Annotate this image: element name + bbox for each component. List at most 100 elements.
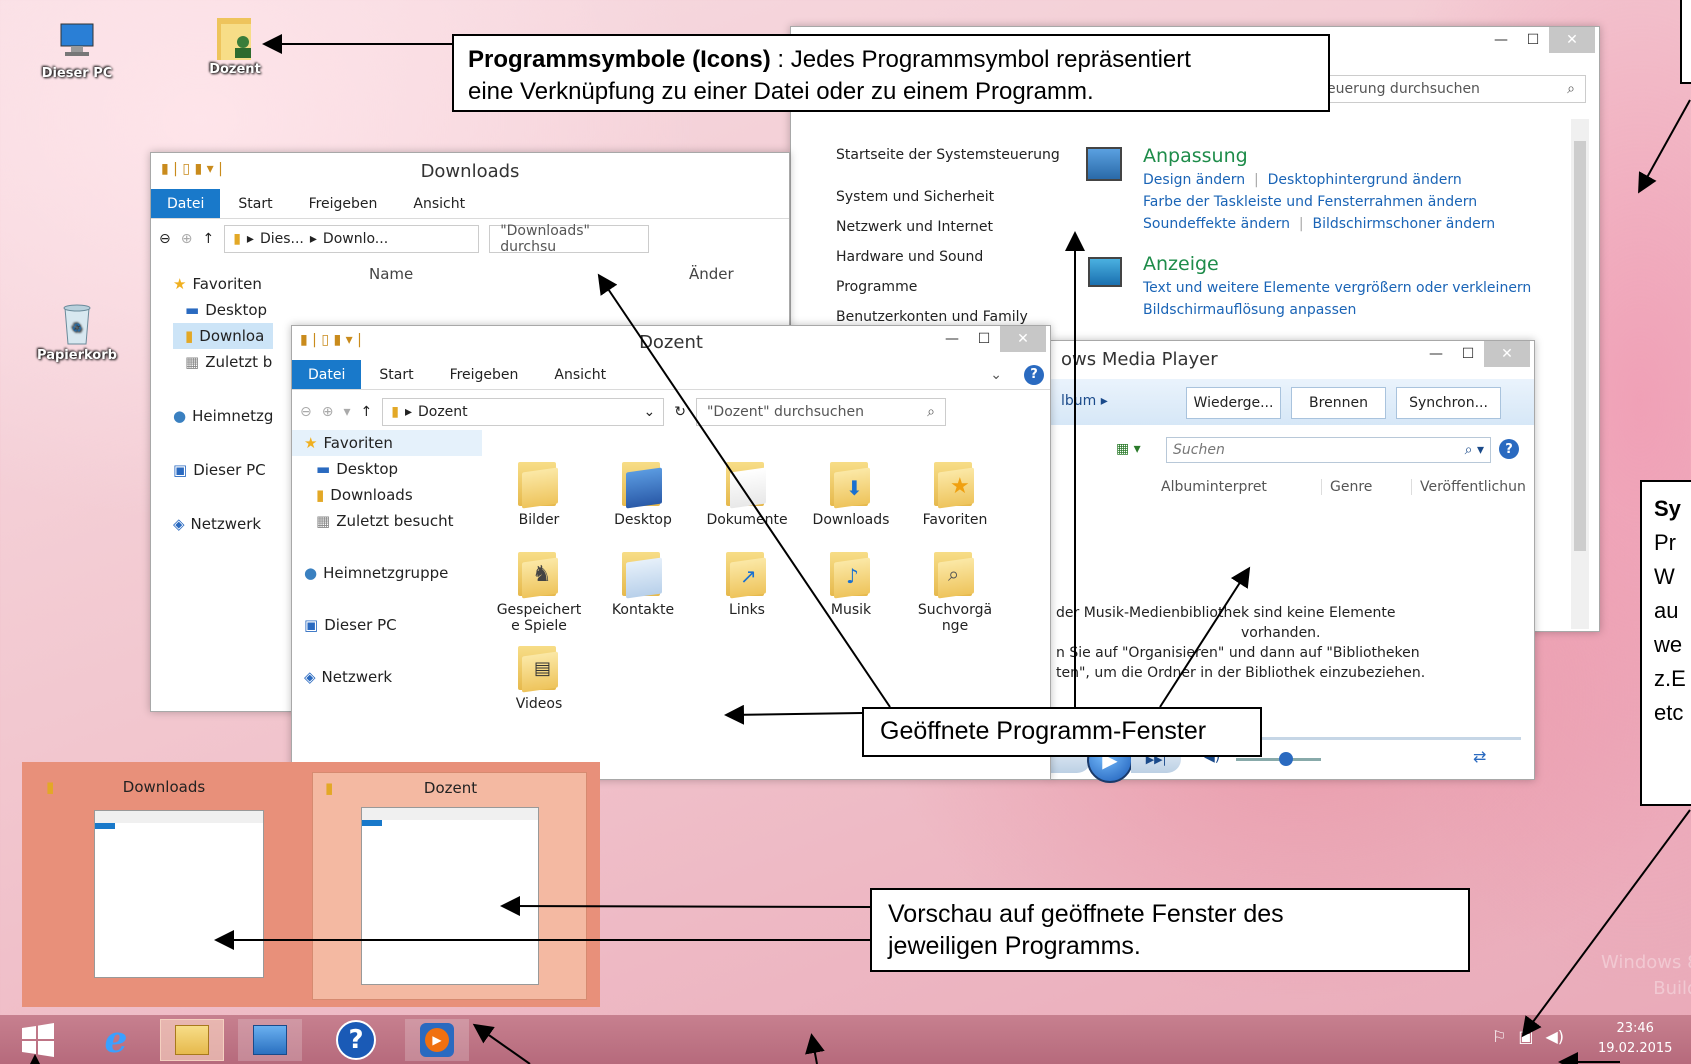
nav-netzwerk[interactable]: ◈ Netzwerk bbox=[292, 664, 482, 690]
switch-view-icon[interactable]: ⇄ bbox=[1473, 747, 1486, 766]
folder-item-musik[interactable]: ♪ Musik bbox=[803, 548, 899, 618]
tab-datei[interactable]: Datei bbox=[151, 189, 221, 218]
folder-item-spiele[interactable]: ♞ Gespeichert e Spiele bbox=[491, 548, 587, 634]
up-icon[interactable]: ↑ bbox=[202, 231, 214, 247]
tab-ansicht[interactable]: Ansicht bbox=[536, 367, 624, 383]
search-input[interactable]: "Downloads" durchsu bbox=[489, 223, 650, 255]
nav-netzwerk[interactable]: ◈ Netzwerk bbox=[173, 511, 273, 537]
desktop-icon-papierkorb[interactable]: ♻ Papierkorb bbox=[32, 300, 122, 363]
file-explorer-button[interactable] bbox=[160, 1019, 224, 1061]
tab-synchron[interactable]: Synchron... bbox=[1396, 387, 1501, 419]
forward-icon[interactable]: ⊕ bbox=[181, 231, 193, 247]
address-input[interactable]: ▮ ▸ Dies... ▸ Downlo... bbox=[224, 225, 480, 253]
preview-thumbnail-dozent[interactable]: ▮ Dozent bbox=[312, 772, 587, 1000]
tab-ansicht[interactable]: Ansicht bbox=[395, 196, 483, 212]
nav-heimnetz[interactable]: ● Heimnetzgruppe bbox=[292, 560, 482, 586]
cp-link[interactable]: Desktophintergrund ändern bbox=[1268, 172, 1462, 188]
nav-downloads[interactable]: ▮ Downloads bbox=[292, 482, 482, 508]
nav-zuletzt[interactable]: ▦ Zuletzt b bbox=[173, 349, 273, 375]
recent-locations-icon[interactable]: ▾ bbox=[343, 404, 350, 420]
back-icon[interactable]: ⊖ bbox=[300, 404, 312, 420]
action-center-flag-icon[interactable]: ⚐ bbox=[1492, 1027, 1506, 1046]
forward-icon[interactable]: ⊕ bbox=[322, 404, 334, 420]
volume-tray-icon[interactable]: ◀) bbox=[1545, 1027, 1564, 1046]
tab-freigeben[interactable]: Freigeben bbox=[291, 196, 396, 212]
cp-link[interactable]: Soundeffekte ändern bbox=[1143, 216, 1290, 232]
column-header[interactable]: Veröffentlichun bbox=[1411, 479, 1526, 495]
cp-link[interactable]: Bildschirmschoner ändern bbox=[1312, 216, 1495, 232]
nav-zuletzt[interactable]: ▦ Zuletzt besucht bbox=[292, 508, 482, 534]
control-panel-button[interactable] bbox=[238, 1019, 302, 1061]
dropdown-icon[interactable]: ⌄ bbox=[644, 404, 656, 420]
help-icon[interactable]: ? bbox=[1024, 364, 1044, 385]
nav-desktop[interactable]: ▬ Desktop bbox=[292, 456, 482, 482]
cp-link[interactable]: Text und weitere Elemente vergrößern ode… bbox=[1143, 277, 1531, 299]
help-button[interactable]: ? bbox=[326, 1019, 386, 1061]
nav-dieser-pc[interactable]: ▣ Dieser PC bbox=[173, 457, 273, 483]
nav-favoriten[interactable]: ★ Favoriten bbox=[173, 271, 273, 297]
tab-start[interactable]: Start bbox=[361, 367, 431, 383]
search-input[interactable]: "Dozent" durchsuchen ⌕ bbox=[695, 398, 946, 426]
address-input[interactable]: ▮ ▸ Dozent ⌄ bbox=[382, 398, 665, 426]
internet-explorer-button[interactable]: e bbox=[86, 1019, 146, 1061]
media-player-button[interactable]: ▶ bbox=[405, 1019, 469, 1061]
desktop-icon-dozent[interactable]: Dozent bbox=[190, 14, 280, 77]
desktop-icon-dieser-pc[interactable]: Dieser PC bbox=[32, 18, 122, 81]
close-icon[interactable]: ✕ bbox=[1549, 27, 1595, 53]
folder-item-kontakte[interactable]: Kontakte bbox=[595, 548, 691, 618]
minimize-icon[interactable]: — bbox=[936, 326, 968, 352]
cp-link[interactable]: Farbe der Taskleiste und Fensterrahmen ä… bbox=[1143, 191, 1495, 213]
up-icon[interactable]: ↑ bbox=[361, 404, 373, 420]
folder-item-downloads[interactable]: ⬇ Downloads bbox=[803, 458, 899, 528]
column-changed-header[interactable]: Änder bbox=[689, 265, 734, 283]
cp-group-title[interactable]: Anzeige bbox=[1143, 253, 1531, 275]
nav-desktop[interactable]: ▬ Desktop bbox=[173, 297, 273, 323]
view-options-icon[interactable]: ▦ ▾ bbox=[1116, 441, 1141, 457]
close-icon[interactable]: ✕ bbox=[1484, 341, 1530, 367]
tab-wiedergabe[interactable]: Wiederge... bbox=[1186, 387, 1281, 419]
close-icon[interactable]: ✕ bbox=[1000, 326, 1046, 352]
cp-link[interactable]: Startseite der Systemsteuerung bbox=[836, 140, 1060, 170]
folder-item-suchvorgaenge[interactable]: ⌕ Suchvorgä nge bbox=[907, 548, 1003, 634]
refresh-icon[interactable]: ↻ bbox=[674, 404, 686, 420]
folder-item-desktop[interactable]: Desktop bbox=[595, 458, 691, 528]
maximize-icon[interactable]: ☐ bbox=[968, 326, 1000, 352]
column-name-header[interactable]: Name bbox=[369, 265, 413, 283]
nav-dieser-pc[interactable]: ▣ Dieser PC bbox=[292, 612, 482, 638]
cp-link[interactable]: Netzwerk und Internet bbox=[836, 212, 1060, 242]
clock[interactable]: 23:46 19.02.2015 bbox=[1598, 1019, 1672, 1059]
back-icon[interactable]: ⊖ bbox=[159, 231, 171, 247]
cp-link[interactable]: Design ändern bbox=[1143, 172, 1245, 188]
minimize-icon[interactable]: — bbox=[1485, 27, 1517, 53]
scrollbar[interactable] bbox=[1571, 119, 1589, 629]
folder-item-links[interactable]: ↗ Links bbox=[699, 548, 795, 618]
column-header[interactable]: Albuminterpret bbox=[1161, 479, 1321, 495]
tab-freigeben[interactable]: Freigeben bbox=[432, 367, 537, 383]
tab-brennen[interactable]: Brennen bbox=[1291, 387, 1386, 419]
cp-group-title[interactable]: Anpassung bbox=[1143, 145, 1495, 167]
folder-item-bilder[interactable]: Bilder bbox=[491, 458, 587, 528]
tab-start[interactable]: Start bbox=[220, 196, 290, 212]
volume-handle[interactable] bbox=[1279, 752, 1293, 766]
column-header[interactable]: Genre bbox=[1321, 479, 1411, 495]
folder-item-videos[interactable]: ▤ Videos bbox=[491, 642, 587, 712]
help-icon[interactable]: ? bbox=[1499, 439, 1519, 459]
nav-heimnetz[interactable]: ● Heimnetzg bbox=[173, 403, 273, 429]
network-tray-icon[interactable]: ▣ bbox=[1518, 1027, 1533, 1046]
expand-ribbon-icon[interactable]: ⌄ bbox=[972, 367, 1020, 383]
search-input[interactable]: Suchen ⌕ ▾ bbox=[1166, 437, 1491, 463]
start-button[interactable] bbox=[8, 1019, 68, 1061]
breadcrumb[interactable]: lbum ▸ bbox=[1061, 393, 1108, 409]
minimize-icon[interactable]: — bbox=[1420, 341, 1452, 367]
maximize-icon[interactable]: ☐ bbox=[1452, 341, 1484, 367]
preview-thumbnail-downloads[interactable]: ▮ Downloads bbox=[34, 772, 294, 992]
folder-item-dokumente[interactable]: Dokumente bbox=[699, 458, 795, 528]
cp-link[interactable]: System und Sicherheit bbox=[836, 182, 1060, 212]
cp-link[interactable]: Hardware und Sound bbox=[836, 242, 1060, 272]
nav-downloads[interactable]: ▮ Downloa bbox=[173, 323, 274, 349]
folder-item-favoriten[interactable]: ★ Favoriten bbox=[907, 458, 1003, 528]
nav-favoriten[interactable]: ★ Favoriten bbox=[292, 430, 482, 456]
maximize-icon[interactable]: ☐ bbox=[1517, 27, 1549, 53]
tab-datei[interactable]: Datei bbox=[292, 360, 362, 389]
cp-link[interactable]: Bildschirmauflösung anpassen bbox=[1143, 299, 1531, 321]
